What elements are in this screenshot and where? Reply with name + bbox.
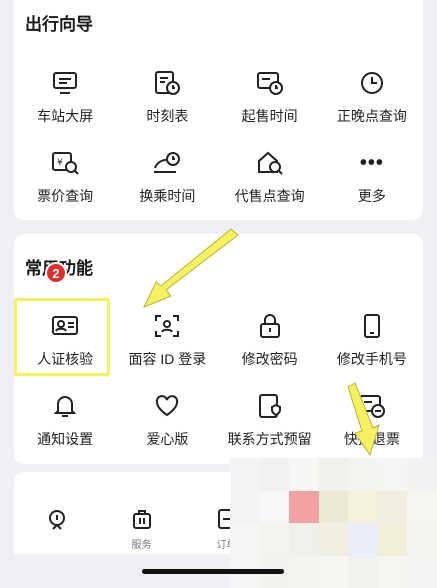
tab-home[interactable] <box>14 494 99 554</box>
tab-service[interactable]: 服务 <box>99 494 184 554</box>
service-bag-icon <box>132 510 151 529</box>
tab-label: 服务 <box>131 540 152 551</box>
arrow-to-id-verification <box>142 228 239 308</box>
home-train-icon <box>48 510 65 530</box>
home-indicator <box>142 569 284 574</box>
arrow-to-quick-refund <box>347 382 380 457</box>
